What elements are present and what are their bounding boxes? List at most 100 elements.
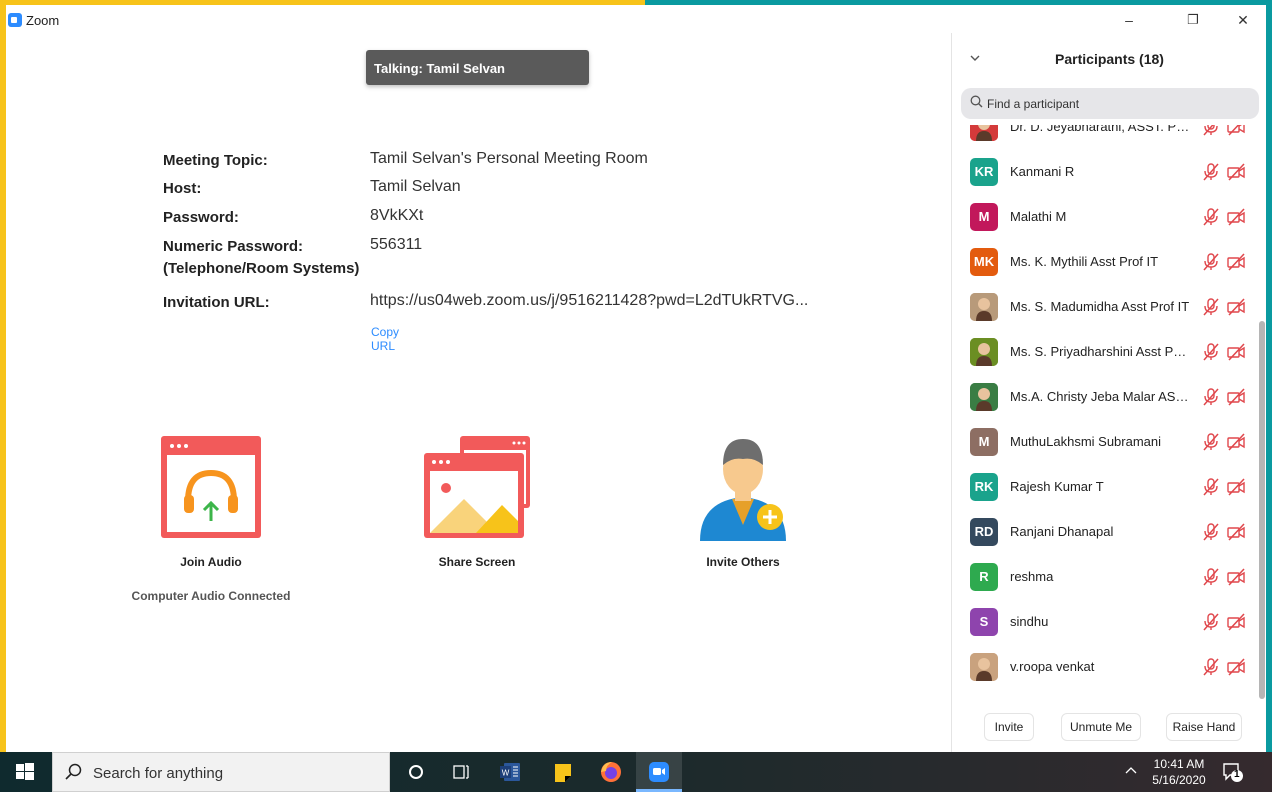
search-icon bbox=[970, 95, 983, 111]
video-off-icon bbox=[1226, 568, 1246, 586]
participant-photo-avatar bbox=[970, 125, 998, 141]
sticky-notes-icon[interactable] bbox=[540, 752, 586, 792]
mic-muted-icon bbox=[1202, 162, 1220, 182]
notification-center-icon[interactable]: 1 bbox=[1222, 761, 1244, 783]
zoom-app-icon bbox=[8, 13, 22, 27]
participant-name: Rajesh Kumar T bbox=[1010, 479, 1104, 494]
zoom-window: Zoom – ❐ ✕ Talking: Tamil Selvan Meeting… bbox=[6, 5, 1266, 752]
password-label: Password: bbox=[163, 209, 239, 226]
clock-time: 10:41 AM bbox=[1153, 757, 1205, 771]
participant-row[interactable]: Rreshma bbox=[952, 555, 1257, 600]
participant-name: v.roopa venkat bbox=[1010, 659, 1095, 674]
participant-list: Dr. D. Jeyabharathi, ASST. PROF KR Kanmani… bbox=[952, 125, 1257, 700]
taskbar-search-text: Search for anything bbox=[93, 765, 224, 782]
mic-muted-icon bbox=[1202, 567, 1220, 587]
taskbar-search[interactable]: Search for anything bbox=[52, 752, 390, 792]
video-off-icon bbox=[1226, 613, 1246, 631]
windows-start-icon[interactable] bbox=[15, 762, 35, 782]
mic-muted-icon bbox=[1202, 522, 1220, 542]
participant-row[interactable]: M MuthuLakhsmi Subramani bbox=[952, 420, 1257, 465]
participant-row[interactable]: KR Kanmani R bbox=[952, 150, 1257, 195]
mic-muted-icon bbox=[1202, 342, 1220, 362]
participant-search[interactable] bbox=[961, 88, 1259, 119]
participant-search-input[interactable] bbox=[987, 92, 1247, 115]
participant-name: Kanmani R bbox=[1010, 164, 1075, 179]
participants-panel: Participants (18) Dr. D. Jeyabharathi, A… bbox=[951, 33, 1266, 752]
participant-initials-avatar: MK bbox=[970, 248, 998, 276]
unmute-me-button[interactable]: Unmute Me bbox=[1061, 713, 1141, 741]
participant-name: Ranjani Dhanapal bbox=[1010, 524, 1114, 539]
invite-button[interactable]: Invite bbox=[984, 713, 1034, 741]
video-off-icon bbox=[1226, 125, 1246, 136]
join-audio-icon bbox=[156, 433, 266, 543]
participant-initials-avatar: M bbox=[970, 428, 998, 456]
join-audio-label: Join Audio bbox=[180, 555, 242, 569]
audio-status: Computer Audio Connected bbox=[131, 589, 291, 603]
video-off-icon bbox=[1226, 658, 1246, 676]
numeric-password-sublabel: (Telephone/Room Systems) bbox=[163, 260, 360, 277]
minimize-button[interactable]: – bbox=[1114, 9, 1144, 31]
participant-row[interactable]: Dr. D. Jeyabharathi, ASST. PROF bbox=[952, 125, 1257, 150]
participant-row[interactable]: Ms.A. Christy Jeba Malar ASST. ... bbox=[952, 375, 1257, 420]
copy-url-link[interactable]: Copy URL bbox=[371, 325, 399, 353]
participant-row[interactable]: M Malathi M bbox=[952, 195, 1257, 240]
restore-button[interactable]: ❐ bbox=[1178, 9, 1208, 31]
firefox-icon[interactable] bbox=[588, 752, 634, 792]
participant-initials-avatar: KR bbox=[970, 158, 998, 186]
taskbar-clock[interactable]: 10:41 AM 5/16/2020 bbox=[1148, 756, 1210, 788]
invite-others-icon bbox=[688, 433, 798, 543]
share-screen-icon bbox=[422, 433, 532, 543]
windows-taskbar: Search for anything W 10:41 AM 5/16/2020… bbox=[0, 752, 1272, 792]
mic-muted-icon bbox=[1202, 612, 1220, 632]
participant-name: Ms. K. Mythili Asst Prof IT bbox=[1010, 254, 1159, 269]
clock-date: 5/16/2020 bbox=[1152, 773, 1206, 787]
participant-initials-avatar: M bbox=[970, 203, 998, 231]
meeting-topic-value: Tamil Selvan's Personal Meeting Room bbox=[370, 150, 648, 167]
task-view-icon[interactable] bbox=[438, 752, 484, 792]
video-off-icon bbox=[1226, 388, 1246, 406]
mic-muted-icon bbox=[1202, 477, 1220, 497]
video-off-icon bbox=[1226, 523, 1246, 541]
participant-list-scrollbar[interactable] bbox=[1259, 321, 1265, 699]
participant-row[interactable]: RD Ranjani Dhanapal bbox=[952, 510, 1257, 555]
word-icon[interactable]: W bbox=[488, 752, 534, 792]
mic-muted-icon bbox=[1202, 657, 1220, 677]
participant-name: Ms. S. Madumidha Asst Prof IT bbox=[1010, 299, 1190, 314]
password-value: 8VkKXt bbox=[370, 207, 424, 224]
participant-row[interactable]: Ms. S. Priyadharshini Asst Prof IT bbox=[952, 330, 1257, 375]
invite-others-button[interactable]: Invite Others bbox=[663, 433, 823, 569]
video-off-icon bbox=[1226, 253, 1246, 271]
participant-name: Dr. D. Jeyabharathi, ASST. PROF bbox=[1010, 125, 1190, 134]
participant-row[interactable]: Ms. S. Madumidha Asst Prof IT bbox=[952, 285, 1257, 330]
join-audio-button[interactable]: Join Audio Computer Audio Connected bbox=[131, 433, 291, 603]
close-button[interactable]: ✕ bbox=[1228, 9, 1258, 31]
svg-text:W: W bbox=[502, 769, 510, 778]
mic-muted-icon bbox=[1202, 432, 1220, 452]
video-off-icon bbox=[1226, 343, 1246, 361]
participants-title: Participants (18) bbox=[1055, 51, 1164, 67]
panel-footer: Invite Unmute Me Raise Hand bbox=[952, 713, 1267, 743]
video-off-icon bbox=[1226, 163, 1246, 181]
meeting-topic-label: Meeting Topic: bbox=[163, 152, 268, 169]
notification-count: 1 bbox=[1234, 769, 1240, 780]
participant-initials-avatar: S bbox=[970, 608, 998, 636]
mic-muted-icon bbox=[1202, 387, 1220, 407]
tray-chevron-up-icon[interactable] bbox=[1125, 764, 1137, 779]
invite-others-label: Invite Others bbox=[706, 555, 780, 569]
participant-name: Ms. S. Priyadharshini Asst Prof IT bbox=[1010, 344, 1190, 359]
cortana-icon[interactable] bbox=[393, 752, 439, 792]
zoom-taskbar-icon[interactable] bbox=[636, 752, 682, 792]
participant-row[interactable]: MK Ms. K. Mythili Asst Prof IT bbox=[952, 240, 1257, 285]
participant-photo-avatar bbox=[970, 653, 998, 681]
mic-muted-icon bbox=[1202, 297, 1220, 317]
video-off-icon bbox=[1226, 208, 1246, 226]
video-off-icon bbox=[1226, 298, 1246, 316]
participant-name: reshma bbox=[1010, 569, 1054, 584]
share-screen-button[interactable]: Share Screen bbox=[397, 433, 557, 569]
mic-muted-icon bbox=[1202, 207, 1220, 227]
video-off-icon bbox=[1226, 433, 1246, 451]
participant-row[interactable]: v.roopa venkat bbox=[952, 645, 1257, 690]
participant-row[interactable]: Ssindhu bbox=[952, 600, 1257, 645]
participant-row[interactable]: RK Rajesh Kumar T bbox=[952, 465, 1257, 510]
raise-hand-button[interactable]: Raise Hand bbox=[1166, 713, 1242, 741]
